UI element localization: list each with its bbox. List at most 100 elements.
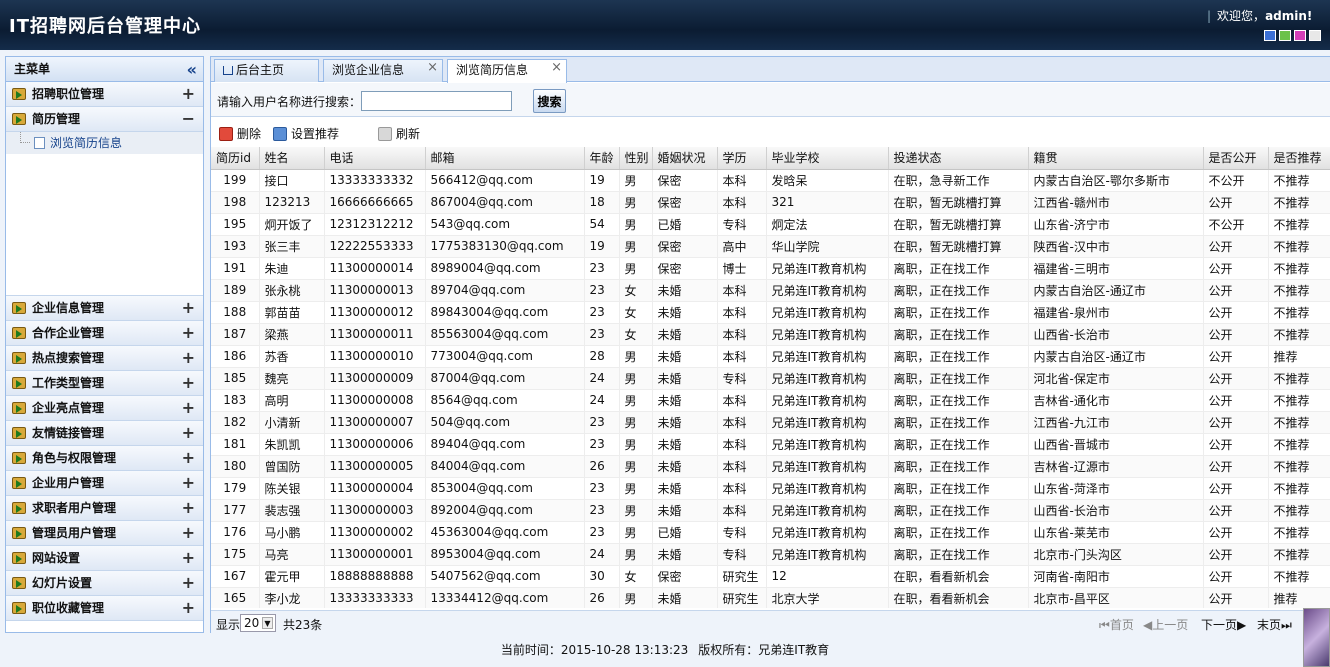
table-cell: 马小鹏 xyxy=(259,521,325,544)
table-row[interactable]: 183 高明 11300000008 8564@qq.com 24 男未婚 本科 兄弟连IT教… xyxy=(211,389,1330,412)
theme-green-icon[interactable] xyxy=(1279,30,1291,41)
table-cell: 公开 xyxy=(1203,565,1269,588)
expand-toggle-icon[interactable]: + xyxy=(182,446,195,470)
column-header[interactable]: 婚姻状况 xyxy=(652,147,718,170)
sidebar-item[interactable]: 工作类型管理 + xyxy=(6,371,203,396)
table-cell: 本科 xyxy=(717,477,767,500)
column-header[interactable]: 姓名 xyxy=(259,147,325,170)
refresh-button[interactable]: 刷新 xyxy=(376,125,420,143)
expand-toggle-icon[interactable]: + xyxy=(182,546,195,570)
column-header[interactable]: 简历id xyxy=(211,147,260,170)
table-row[interactable]: 193 张三丰 12222553333 1775383130@qq.com 19 男保密高… xyxy=(211,235,1330,258)
tab-company-info[interactable]: 浏览企业信息 × xyxy=(323,59,443,82)
tab-home[interactable]: 后台主页 xyxy=(214,59,319,82)
table-row[interactable]: 179 陈关银 11300000004 853004@qq.com 23 男未婚 本科 兄弟连… xyxy=(211,477,1330,500)
sidebar-item[interactable]: 角色与权限管理 + xyxy=(6,446,203,471)
table-row[interactable]: 180 曾国防 11300000005 84004@qq.com 26 男未婚 本科 兄弟连I… xyxy=(211,455,1330,478)
table-row[interactable]: 188 郭苗苗 11300000012 89843004@qq.com 23 女未婚 本科兄… xyxy=(211,301,1330,324)
table-row[interactable]: 191 朱迪 11300000014 8989004@qq.com 23 男保密 博士 兄弟连… xyxy=(211,257,1330,280)
table-row[interactable]: 186 苏香 11300000010 773004@qq.com 28 男未婚 本科 兄弟连I… xyxy=(211,345,1330,368)
table-row[interactable]: 176 马小鹏 11300000002 45363004@qq.com 23 男已婚 专科兄… xyxy=(211,521,1330,544)
sidebar-item[interactable]: 求职者用户管理 + xyxy=(6,496,203,521)
last-page-button[interactable]: 末页⏭ xyxy=(1257,616,1292,633)
table-cell: 180 xyxy=(211,455,260,478)
expand-toggle-icon[interactable]: + xyxy=(182,321,195,345)
table-cell: 321 xyxy=(766,191,889,214)
close-tab-icon[interactable]: × xyxy=(427,57,438,78)
sidebar-item[interactable]: 热点搜索管理 + xyxy=(6,346,203,371)
expand-toggle-icon[interactable]: + xyxy=(182,571,195,595)
table-row[interactable]: 189 张永桃 11300000013 89704@qq.com 23 女未婚 本科 兄弟连I… xyxy=(211,279,1330,302)
theme-blue-icon[interactable] xyxy=(1264,30,1276,41)
table-row[interactable]: 195 炯开饭了 12312312212 543@qq.com 54 男已婚 专科 炯定法 在职… xyxy=(211,213,1330,236)
sidebar-item[interactable]: 简历管理 − xyxy=(6,107,203,132)
sidebar-item[interactable]: 网站设置 + xyxy=(6,546,203,571)
expand-toggle-icon[interactable]: + xyxy=(182,421,195,445)
column-header[interactable]: 学历 xyxy=(717,147,767,170)
column-header[interactable]: 毕业学校 xyxy=(766,147,889,170)
table-cell: 本科 xyxy=(717,169,767,192)
table-row[interactable]: 185 魏亮 11300000009 87004@qq.com 24 男未婚 专科 兄弟连IT… xyxy=(211,367,1330,390)
theme-pink-icon[interactable] xyxy=(1294,30,1306,41)
table-cell: 8989004@qq.com xyxy=(425,257,585,280)
column-header[interactable]: 邮箱 xyxy=(425,147,585,170)
collapse-sidebar-icon[interactable]: « xyxy=(187,57,197,82)
sidebar-item[interactable]: 企业亮点管理 + xyxy=(6,396,203,421)
table-row[interactable]: 198 123213 16666666665 867004@qq.com 18 男保密 本科… xyxy=(211,191,1330,214)
expand-toggle-icon[interactable]: + xyxy=(182,346,195,370)
search-input[interactable] xyxy=(361,91,512,111)
table-row[interactable]: 165 李小龙 13333333333 13334412@qq.com 26 男未婚 研究生… xyxy=(211,587,1330,608)
sidebar-subitem-browse-resumes[interactable]: 浏览简历信息 xyxy=(6,132,203,154)
sidebar-item[interactable]: 招聘职位管理 + xyxy=(6,82,203,107)
sidebar-item[interactable]: 职位收藏管理 + xyxy=(6,596,203,621)
expand-toggle-icon[interactable]: + xyxy=(182,521,195,545)
set-recommend-button[interactable]: 设置推荐 xyxy=(271,125,339,143)
column-header[interactable]: 投递状态 xyxy=(888,147,1029,170)
expand-toggle-icon[interactable]: + xyxy=(182,371,195,395)
sidebar-item[interactable]: 管理员用户管理 + xyxy=(6,521,203,546)
column-header[interactable]: 籍贯 xyxy=(1028,147,1204,170)
table-cell: 30 xyxy=(584,565,620,588)
search-button[interactable]: 搜索 xyxy=(533,89,566,113)
table-row[interactable]: 182 小清新 11300000007 504@qq.com 23 男未婚 本科 兄弟连IT教… xyxy=(211,411,1330,434)
expand-toggle-icon[interactable]: + xyxy=(182,396,195,420)
table-row[interactable]: 199 接口 13333333332 566412@qq.com 19 男保密 本科 发晗呆在… xyxy=(211,169,1330,192)
column-header[interactable]: 电话 xyxy=(324,147,426,170)
column-header[interactable]: 年龄 xyxy=(584,147,620,170)
next-page-button[interactable]: 下一页▶ xyxy=(1201,616,1246,633)
expand-toggle-icon[interactable]: + xyxy=(182,471,195,495)
sidebar-item[interactable]: 幻灯片设置 + xyxy=(6,571,203,596)
sidebar-item[interactable]: 企业信息管理 + xyxy=(6,296,203,321)
column-header[interactable]: 性别 xyxy=(619,147,653,170)
table-cell: 保密 xyxy=(652,169,718,192)
expand-toggle-icon[interactable]: + xyxy=(182,82,195,106)
table-cell: 本科 xyxy=(717,455,767,478)
sidebar-item-label: 企业亮点管理 xyxy=(32,401,105,415)
page-size-select[interactable]: 20 ▼ xyxy=(240,614,276,632)
table-row[interactable]: 181 朱凯凯 11300000006 89404@qq.com 23 男未婚 本科 兄弟连I… xyxy=(211,433,1330,456)
sidebar-item[interactable]: 合作企业管理 + xyxy=(6,321,203,346)
prev-page-button[interactable]: ◀上一页 xyxy=(1143,616,1188,633)
sidebar-item[interactable]: 企业用户管理 + xyxy=(6,471,203,496)
close-tab-icon[interactable]: × xyxy=(551,57,562,78)
expand-toggle-icon[interactable]: + xyxy=(182,496,195,520)
table-cell: 本科 xyxy=(717,345,767,368)
table-cell: 186 xyxy=(211,345,260,368)
sidebar-item-label: 合作企业管理 xyxy=(32,326,105,340)
tab-resume-info[interactable]: 浏览简历信息 × xyxy=(447,59,567,83)
table-row[interactable]: 175 马亮 11300000001 8953004@qq.com 24 男未婚 专科 兄弟连… xyxy=(211,543,1330,566)
first-page-button[interactable]: ⏮首页 xyxy=(1099,616,1134,633)
table-row[interactable]: 187 梁燕 11300000011 85563004@qq.com 23 女未婚 本科 兄弟… xyxy=(211,323,1330,346)
table-row[interactable]: 177 裴志强 11300000003 892004@qq.com 23 男未婚 本科 兄弟连… xyxy=(211,499,1330,522)
column-header[interactable]: 是否推荐 xyxy=(1268,147,1330,170)
expand-toggle-icon[interactable]: + xyxy=(182,296,195,320)
table-row[interactable]: 167 霍元甲 18888888888 5407562@qq.com 30 女保密 研究生 1… xyxy=(211,565,1330,588)
refresh-label: 刷新 xyxy=(396,127,421,141)
sidebar-item[interactable]: 友情链接管理 + xyxy=(6,421,203,446)
table-cell: 11300000006 xyxy=(324,433,426,456)
column-header[interactable]: 是否公开 xyxy=(1203,147,1269,170)
theme-gray-icon[interactable] xyxy=(1309,30,1321,41)
expand-toggle-icon[interactable]: + xyxy=(182,596,195,620)
expand-toggle-icon[interactable]: − xyxy=(182,107,195,131)
delete-button[interactable]: 删除 xyxy=(217,125,261,143)
